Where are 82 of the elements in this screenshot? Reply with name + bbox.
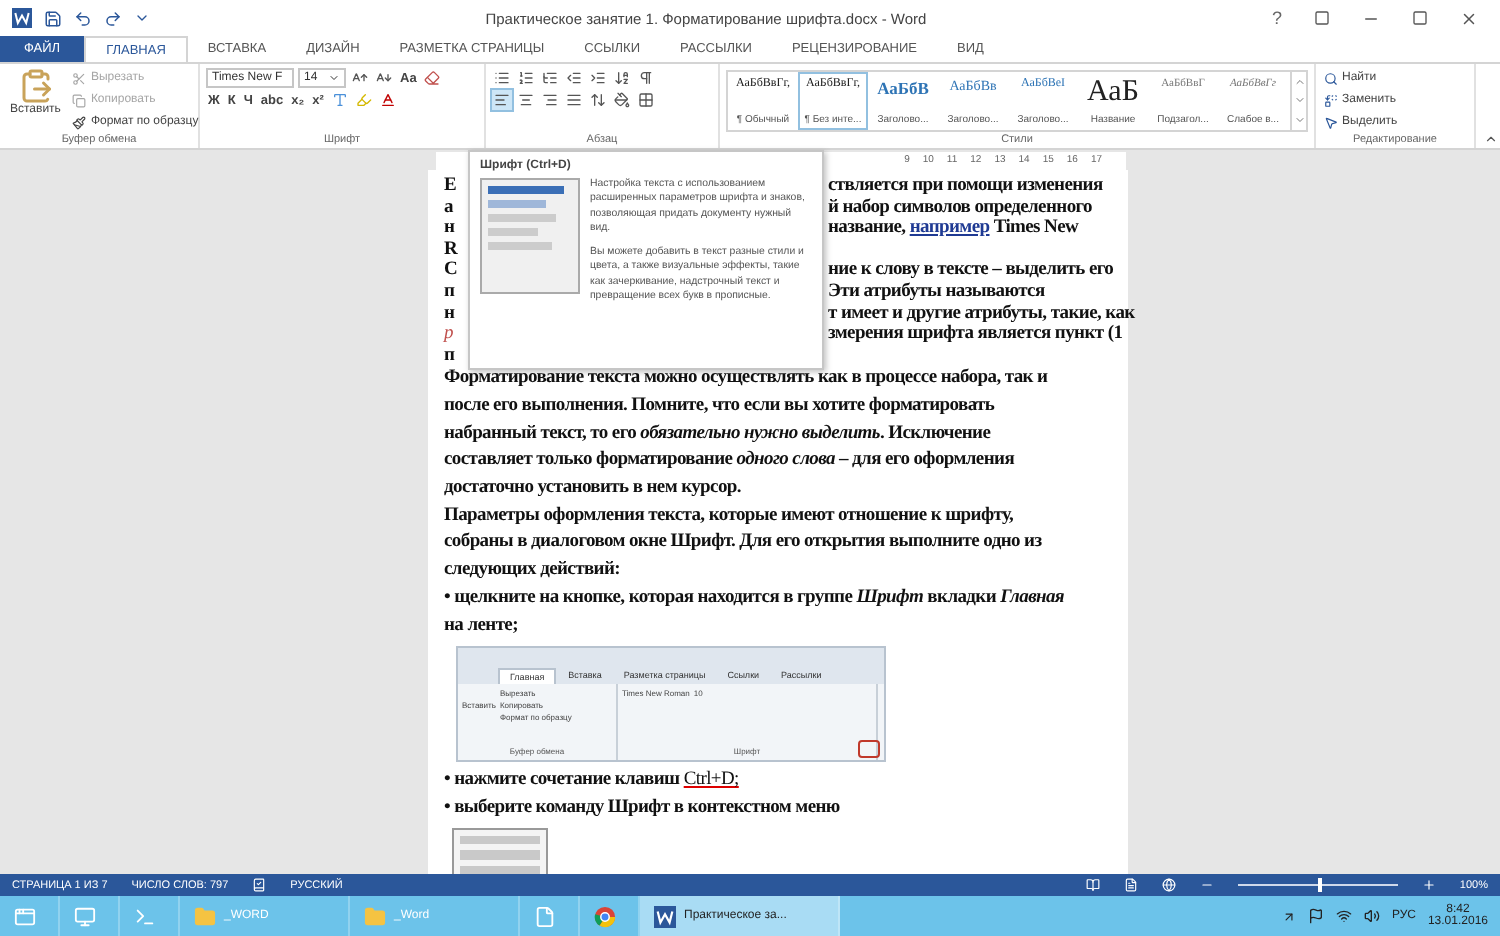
search-icon [1324, 71, 1338, 85]
increase-indent-icon[interactable] [588, 68, 608, 88]
read-mode-icon[interactable] [1085, 878, 1100, 892]
computer-icon [74, 905, 96, 927]
text-line: набранный текст, то его обязательно нужно выделить. Исключение [444, 421, 993, 448]
text-line: • выберите команду Шрифт в контекстном меню [444, 795, 842, 822]
volume-icon[interactable] [1363, 908, 1380, 924]
text-fragment: п [444, 281, 455, 304]
text-line: достаточно установить в нем курсор. [444, 476, 743, 503]
text-line: следующих действий: [444, 558, 622, 585]
text-fragment: н [444, 303, 455, 325]
text-effects-icon[interactable] [329, 90, 350, 110]
flag-icon[interactable] [1307, 908, 1324, 924]
word-icon [12, 8, 32, 28]
clipboard-icon [17, 68, 54, 104]
zoom-in-icon[interactable] [1421, 878, 1436, 892]
scissors-icon [72, 71, 87, 85]
caret-icon [328, 72, 340, 84]
text-line: название, например Times New [828, 218, 1081, 240]
document-icon [534, 905, 556, 927]
text-fragment: п [444, 345, 455, 367]
shading-icon[interactable] [612, 90, 632, 110]
align-icon[interactable] [540, 90, 560, 110]
text-line: ние к слову в тексте – выделить его [828, 260, 1114, 282]
text-line: Параметры оформления текста, которые имеют отношение к шрифту, [444, 503, 1016, 530]
browser-icon [594, 905, 616, 927]
paintbrush-icon [72, 115, 87, 129]
customize-icon[interactable] [134, 10, 150, 26]
windows-icon [14, 905, 36, 927]
network-icon[interactable] [1335, 908, 1352, 924]
text-line: т имеет и другие атрибуты, такие, как [828, 303, 1135, 324]
undo-icon[interactable] [74, 9, 92, 27]
pilcrow-icon[interactable] [636, 68, 656, 88]
text-line: Эти атрибуты называются [828, 281, 1047, 304]
line-spacing-icon[interactable] [588, 90, 608, 110]
highlight-frame [858, 740, 880, 759]
dialog-preview-image [480, 178, 580, 294]
restore-icon[interactable] [1412, 10, 1428, 26]
align-icon[interactable] [492, 90, 512, 110]
text-line: после его выполнения. Помните, что если вы хотите форматировать [444, 394, 997, 421]
word-document-icon [654, 905, 676, 927]
numbering-icon[interactable] [516, 68, 536, 88]
multilevel-list-icon[interactable] [540, 68, 560, 88]
tray-expand-icon[interactable] [1281, 909, 1296, 923]
zoom-slider-thumb[interactable] [1317, 878, 1322, 892]
folder-icon [194, 905, 216, 927]
web-layout-icon[interactable] [1161, 878, 1176, 892]
align-icon[interactable] [516, 90, 536, 110]
font-color-icon[interactable] [377, 90, 398, 110]
proofing-icon[interactable] [252, 878, 267, 892]
print-layout-icon[interactable] [1123, 878, 1138, 892]
eraser-icon[interactable] [422, 68, 443, 88]
text-line: • щелкните на кнопке, которая находится в группе Шрифт вкладки Главная [444, 585, 1067, 612]
text-fragment: С [444, 260, 458, 282]
text-line: Форматирование текста можно осуществлять как в процессе набора, так и [444, 366, 1050, 393]
text-fragment: а [444, 197, 453, 219]
decrease-indent-icon[interactable] [564, 68, 584, 88]
text-line: • нажмите сочетание клавиш Ctrl+D; [444, 768, 741, 795]
text-fragment: н [444, 218, 455, 240]
terminal-icon [134, 905, 156, 927]
sort-icon[interactable] [612, 68, 632, 88]
text-fragment: Е [444, 176, 457, 198]
close-icon[interactable] [1460, 9, 1478, 27]
align-icon[interactable] [564, 90, 584, 110]
text-line: ствляется при помощи изменения [828, 176, 1105, 198]
save-icon[interactable] [44, 9, 62, 27]
copy-icon [72, 93, 87, 107]
folder-icon [364, 905, 386, 927]
text-line: на ленте; [444, 613, 520, 640]
zoom-out-icon[interactable] [1199, 878, 1214, 892]
pointer-icon [1324, 115, 1338, 129]
redo-icon[interactable] [104, 9, 122, 27]
text-fragment: R [444, 239, 458, 261]
text-fragment: р [444, 324, 453, 346]
borders-icon[interactable] [636, 90, 656, 110]
ribbon-display-icon[interactable] [1314, 10, 1330, 26]
text-line: составляет только форматирование одного слова – для его оформления [444, 448, 1017, 475]
help-button[interactable]: ? [1261, 8, 1292, 28]
text-line: собраны в диалоговом окне Шрифт. Для его открытия выполните одно из [444, 530, 1044, 557]
text-line: й набор символов определенного [828, 197, 1094, 219]
text-line: змерения шрифта является пункт (1 [828, 324, 1123, 346]
link[interactable]: например [909, 218, 990, 239]
